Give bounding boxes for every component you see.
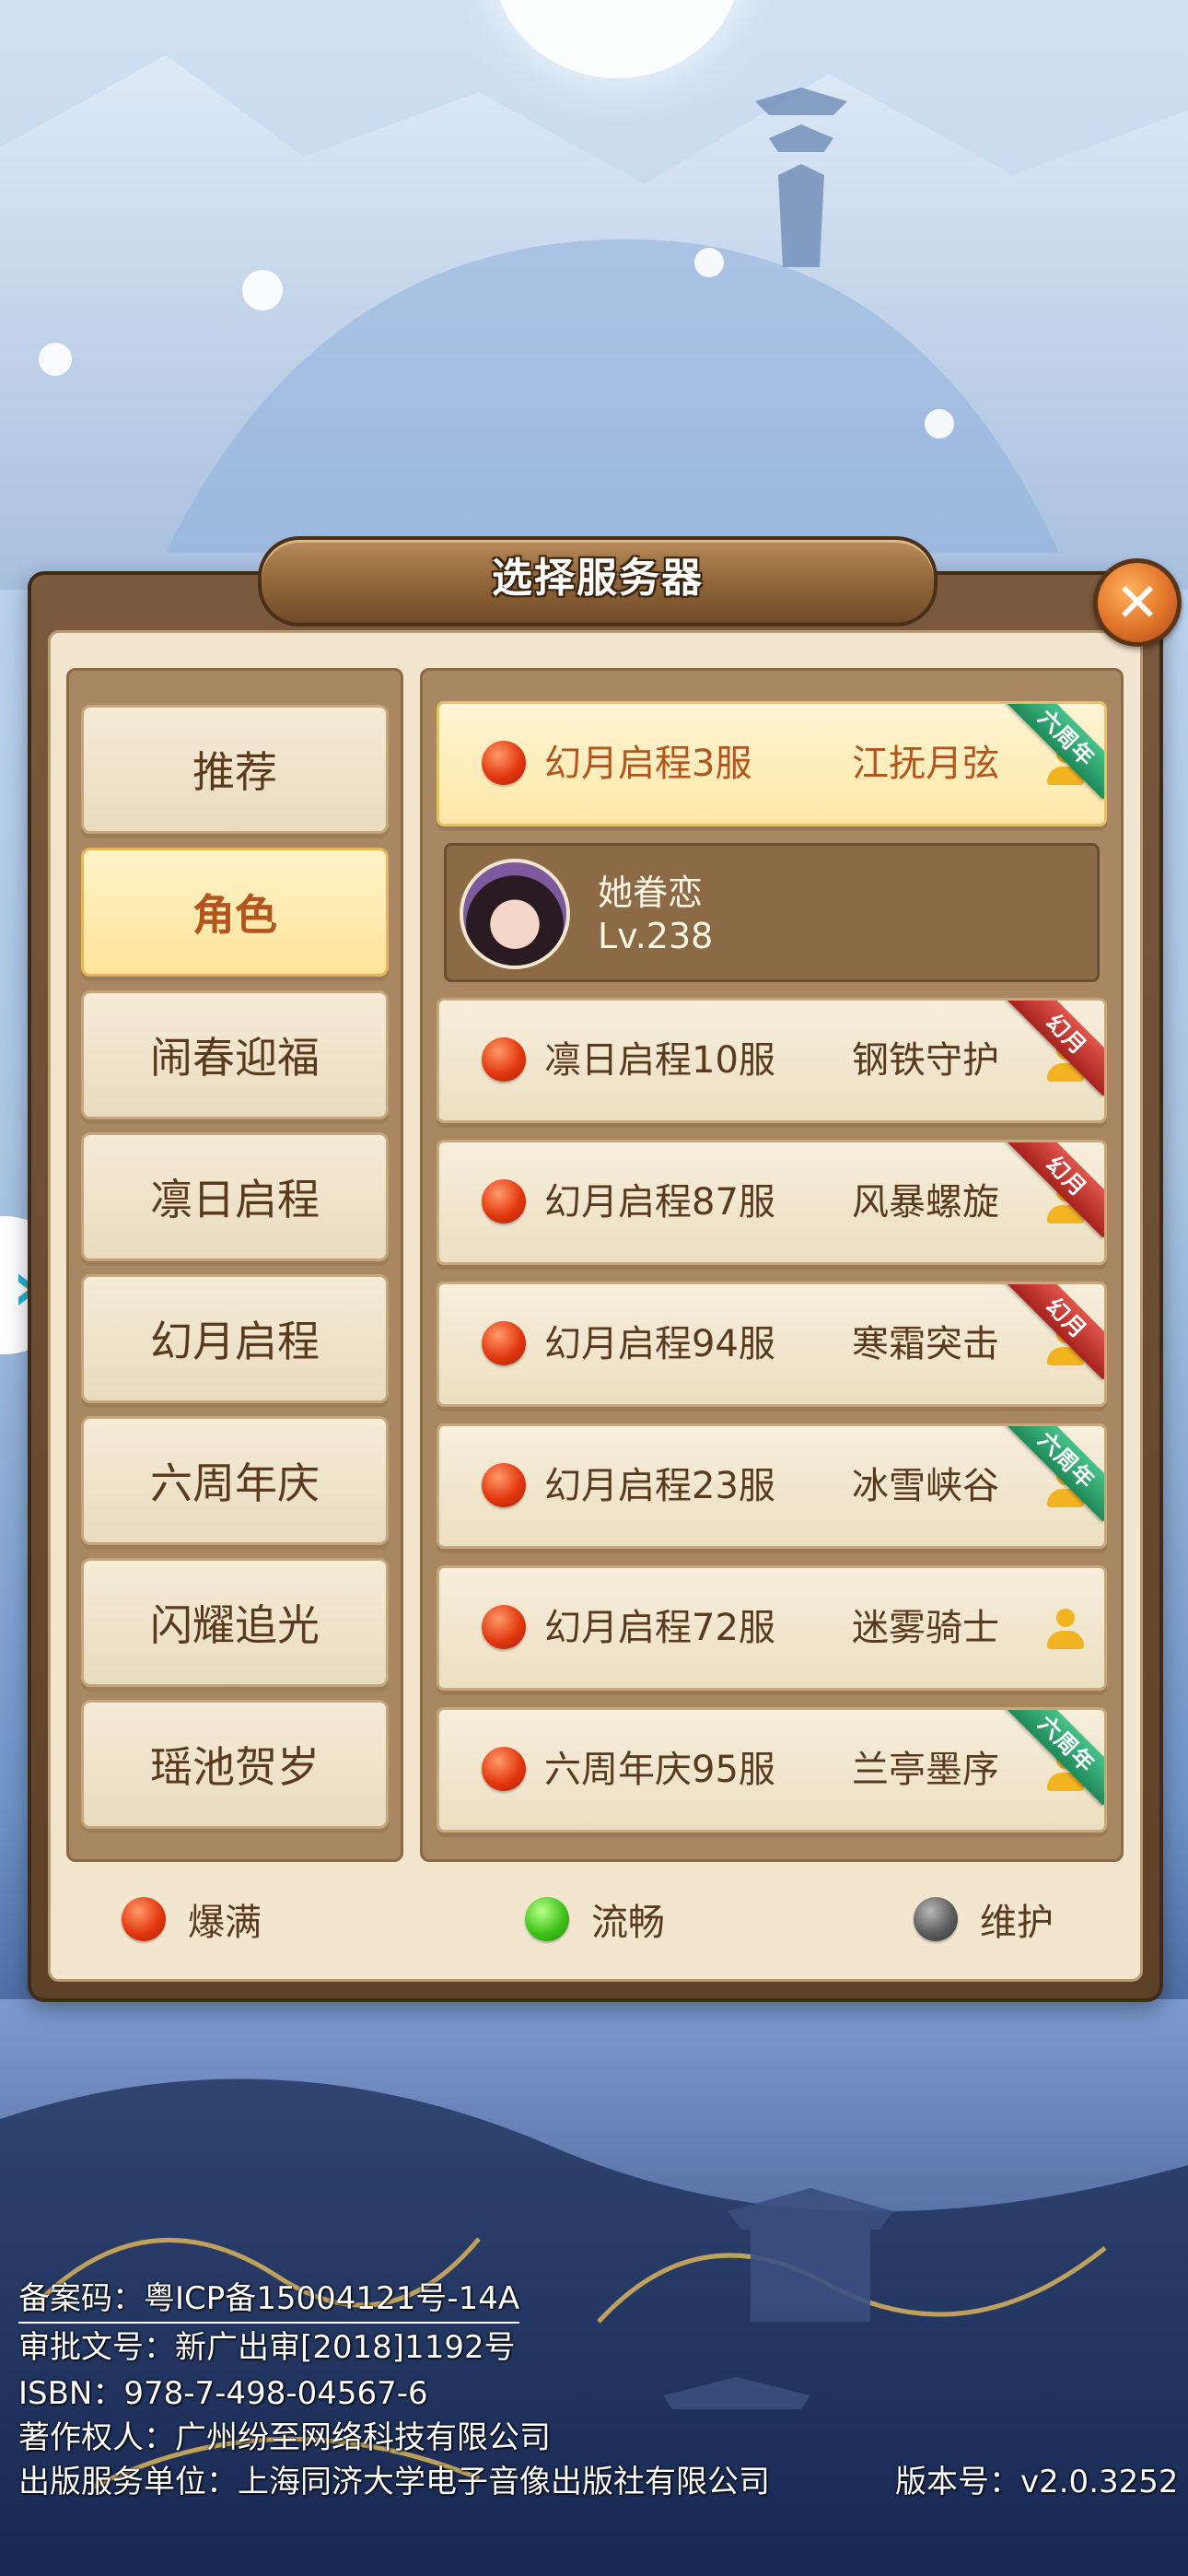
status-full-dot (482, 1747, 526, 1791)
server-name: 六周年庆95服 (544, 1749, 775, 1791)
dialog-title: 选择服务器 (492, 555, 704, 602)
role-name: 风暴螺旋 (852, 1181, 999, 1224)
role-name: 兰亭墨序 (852, 1749, 999, 1791)
status-full-dot (482, 1605, 526, 1649)
footer-record[interactable]: 备案码：粤ICP备15004121号-14A (18, 2273, 520, 2324)
status-full-dot (122, 1897, 166, 1941)
role-name: 冰雪峡谷 (852, 1465, 999, 1507)
role-name: 迷雾骑士 (852, 1607, 999, 1649)
server-name: 幻月启程3服 (544, 743, 752, 785)
character-level: Lv.238 (598, 916, 714, 956)
person-icon (1045, 1609, 1086, 1651)
tab-huanyue-start[interactable]: 幻月启程 (81, 1274, 389, 1403)
legend-full: 爆满 (122, 1896, 262, 1944)
server-row[interactable]: 幻月启程87服 风暴螺旋 幻月 (437, 1140, 1107, 1265)
status-full-dot (482, 1321, 526, 1365)
footer-isbn: ISBN：978-7-498-04567-6 (18, 2375, 428, 2412)
tab-linri-start[interactable]: 凛日启程 (81, 1132, 389, 1261)
server-row[interactable]: 幻月启程23服 冰雪峡谷 六周年 (437, 1423, 1107, 1549)
footer-publisher: 出版服务单位：上海同济大学电子音像出版社有限公司 (18, 2464, 770, 2500)
role-name: 寒霜突击 (852, 1323, 999, 1365)
status-full-dot (482, 1037, 526, 1082)
close-icon: ✕ (1114, 571, 1160, 634)
legend-smooth-label: 流畅 (591, 1902, 665, 1944)
footer-approval: 审批文号：新广出审[2018]1192号 (18, 2329, 516, 2366)
tab-spring-blessing[interactable]: 闹春迎福 (81, 990, 389, 1119)
footer-copyright: 著作权人：广州纷至网络科技有限公司 (18, 2419, 551, 2456)
server-row[interactable]: 六周年庆95服 兰亭墨序 六周年 (437, 1707, 1107, 1832)
status-full-dot (482, 741, 526, 785)
dialog-title-plaque: 选择服务器 (258, 536, 938, 626)
character-card[interactable]: 她眷恋 Lv.238 (444, 843, 1100, 982)
tab-recommended[interactable]: 推荐 (81, 705, 389, 834)
legend-maintenance-label: 维护 (980, 1902, 1054, 1944)
server-row[interactable]: 凛日启程10服 钢铁守护 幻月 (437, 998, 1107, 1123)
server-name: 凛日启程10服 (544, 1039, 775, 1082)
tab-yaochi-newyear[interactable]: 瑶池贺岁 (81, 1700, 389, 1829)
role-name: 钢铁守护 (852, 1039, 999, 1082)
server-name: 幻月启程94服 (544, 1323, 775, 1365)
legend-maintenance: 维护 (914, 1896, 1054, 1944)
character-name: 她眷恋 (598, 872, 704, 913)
server-name: 幻月启程23服 (544, 1465, 775, 1507)
server-row[interactable]: 幻月启程72服 迷雾骑士 (437, 1565, 1107, 1691)
tab-sixth-anniversary[interactable]: 六周年庆 (81, 1416, 389, 1545)
footer-version: 版本号：v2.0.3252 (895, 2464, 1179, 2500)
status-full-dot (482, 1463, 526, 1507)
role-name: 江抚月弦 (852, 743, 999, 785)
server-row[interactable]: 幻月启程94服 寒霜突击 幻月 (437, 1282, 1107, 1407)
server-row[interactable]: 幻月启程3服 江抚月弦 六周年 (437, 701, 1107, 826)
close-button[interactable]: ✕ (1093, 558, 1182, 647)
server-name: 幻月启程87服 (544, 1181, 775, 1224)
status-smooth-dot (525, 1897, 569, 1941)
tab-shining-chase[interactable]: 闪耀追光 (81, 1558, 389, 1687)
legend-full-label: 爆满 (188, 1902, 262, 1944)
status-full-dot (482, 1179, 526, 1224)
tab-character[interactable]: 角色 (81, 848, 389, 977)
server-name: 幻月启程72服 (544, 1607, 775, 1649)
character-avatar (460, 859, 570, 969)
legend-smooth: 流畅 (525, 1896, 665, 1944)
status-maintenance-dot (914, 1897, 958, 1941)
